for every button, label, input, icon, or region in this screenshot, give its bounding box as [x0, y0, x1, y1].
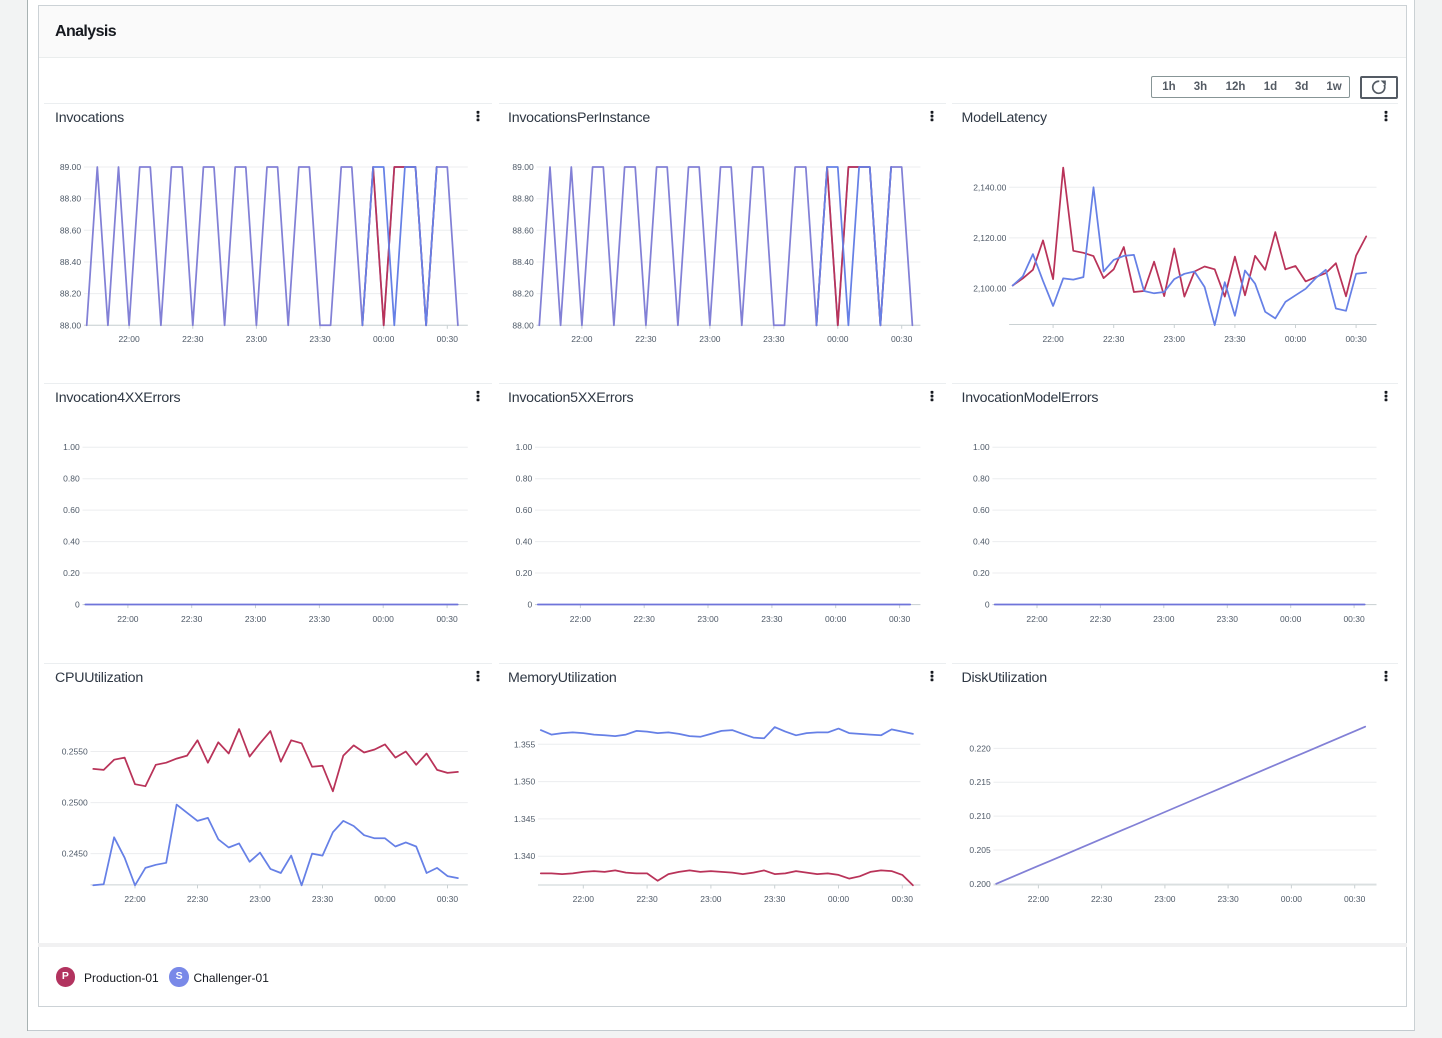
- svg-text:89.00: 89.00: [60, 162, 82, 172]
- svg-text:0.2550: 0.2550: [62, 747, 88, 757]
- svg-text:23:30: 23:30: [1217, 614, 1239, 624]
- svg-text:23:30: 23:30: [1224, 334, 1246, 344]
- svg-text:00:00: 00:00: [373, 334, 395, 344]
- svg-text:1.00: 1.00: [516, 442, 533, 452]
- svg-text:00:30: 00:30: [1343, 614, 1365, 624]
- svg-text:2,140.00: 2,140.00: [973, 182, 1006, 192]
- svg-text:1.345: 1.345: [514, 814, 536, 824]
- svg-text:0.40: 0.40: [973, 537, 990, 547]
- svg-text:00:00: 00:00: [1285, 334, 1307, 344]
- svg-text:0.80: 0.80: [973, 474, 990, 484]
- svg-text:00:30: 00:30: [889, 614, 911, 624]
- svg-text:22:00: 22:00: [573, 894, 595, 904]
- svg-text:0: 0: [75, 600, 80, 610]
- svg-text:22:00: 22:00: [570, 614, 592, 624]
- svg-text:00:00: 00:00: [828, 894, 850, 904]
- svg-text:22:30: 22:30: [187, 894, 209, 904]
- svg-text:23:30: 23:30: [1217, 894, 1239, 904]
- svg-text:00:00: 00:00: [1280, 614, 1302, 624]
- svg-text:0.200: 0.200: [969, 879, 991, 889]
- svg-text:1.00: 1.00: [63, 442, 80, 452]
- svg-text:23:00: 23:00: [1154, 894, 1176, 904]
- svg-text:23:00: 23:00: [245, 614, 267, 624]
- svg-text:23:00: 23:00: [700, 894, 722, 904]
- svg-text:88.40: 88.40: [512, 257, 534, 267]
- svg-text:0: 0: [527, 600, 532, 610]
- svg-text:23:30: 23:30: [764, 894, 786, 904]
- svg-text:0.2450: 0.2450: [62, 849, 88, 859]
- svg-text:22:30: 22:30: [1091, 894, 1113, 904]
- svg-text:88.40: 88.40: [60, 257, 82, 267]
- svg-text:0: 0: [985, 600, 990, 610]
- svg-text:88.20: 88.20: [512, 289, 534, 299]
- svg-text:0.210: 0.210: [969, 811, 991, 821]
- svg-text:0.80: 0.80: [516, 474, 533, 484]
- svg-text:22:00: 22:00: [117, 614, 139, 624]
- svg-text:0.60: 0.60: [973, 505, 990, 515]
- svg-text:0.220: 0.220: [969, 743, 991, 753]
- svg-text:22:30: 22:30: [636, 894, 658, 904]
- svg-text:00:00: 00:00: [373, 614, 395, 624]
- svg-text:23:30: 23:30: [309, 614, 331, 624]
- svg-text:00:30: 00:30: [437, 894, 459, 904]
- svg-text:0.205: 0.205: [969, 845, 991, 855]
- svg-text:23:30: 23:30: [763, 334, 785, 344]
- svg-text:22:00: 22:00: [1028, 894, 1050, 904]
- svg-text:88.60: 88.60: [60, 225, 82, 235]
- svg-text:23:30: 23:30: [309, 334, 331, 344]
- svg-text:23:00: 23:00: [699, 334, 721, 344]
- svg-text:0.80: 0.80: [63, 474, 80, 484]
- svg-text:22:00: 22:00: [1042, 334, 1064, 344]
- svg-text:00:30: 00:30: [437, 334, 459, 344]
- svg-text:89.00: 89.00: [512, 162, 534, 172]
- svg-text:00:30: 00:30: [892, 894, 914, 904]
- svg-text:23:00: 23:00: [249, 894, 271, 904]
- svg-text:0.20: 0.20: [973, 568, 990, 578]
- svg-text:0.215: 0.215: [969, 777, 991, 787]
- svg-text:22:00: 22:00: [1026, 614, 1048, 624]
- svg-text:00:30: 00:30: [1344, 894, 1366, 904]
- svg-text:0.60: 0.60: [516, 505, 533, 515]
- svg-text:88.60: 88.60: [512, 225, 534, 235]
- svg-text:23:00: 23:00: [246, 334, 268, 344]
- svg-text:00:00: 00:00: [374, 894, 396, 904]
- svg-text:0.40: 0.40: [63, 537, 80, 547]
- svg-text:1.355: 1.355: [514, 739, 536, 749]
- svg-text:0.40: 0.40: [516, 537, 533, 547]
- svg-text:88.00: 88.00: [512, 320, 534, 330]
- svg-text:88.20: 88.20: [60, 289, 82, 299]
- svg-text:23:00: 23:00: [1153, 614, 1175, 624]
- svg-text:88.00: 88.00: [60, 320, 82, 330]
- svg-text:22:00: 22:00: [124, 894, 146, 904]
- svg-text:00:30: 00:30: [891, 334, 913, 344]
- svg-text:00:30: 00:30: [1345, 334, 1367, 344]
- svg-text:1.350: 1.350: [514, 777, 536, 787]
- svg-text:22:30: 22:30: [181, 614, 203, 624]
- svg-text:2,120.00: 2,120.00: [973, 233, 1006, 243]
- svg-text:1.340: 1.340: [514, 851, 536, 861]
- svg-text:00:00: 00:00: [827, 334, 849, 344]
- svg-text:00:00: 00:00: [825, 614, 847, 624]
- svg-text:1.00: 1.00: [973, 442, 990, 452]
- svg-text:23:30: 23:30: [312, 894, 334, 904]
- svg-text:0.20: 0.20: [516, 568, 533, 578]
- svg-text:22:00: 22:00: [118, 334, 140, 344]
- svg-text:22:30: 22:30: [182, 334, 204, 344]
- svg-text:0.60: 0.60: [63, 505, 80, 515]
- svg-text:22:30: 22:30: [1090, 614, 1112, 624]
- svg-text:00:00: 00:00: [1281, 894, 1303, 904]
- svg-text:00:30: 00:30: [436, 614, 458, 624]
- svg-text:23:00: 23:00: [697, 614, 719, 624]
- svg-text:22:30: 22:30: [1103, 334, 1125, 344]
- svg-text:2,100.00: 2,100.00: [973, 284, 1006, 294]
- svg-text:22:30: 22:30: [635, 334, 657, 344]
- svg-text:88.80: 88.80: [512, 194, 534, 204]
- svg-text:22:00: 22:00: [571, 334, 593, 344]
- svg-text:0.20: 0.20: [63, 568, 80, 578]
- svg-text:88.80: 88.80: [60, 194, 82, 204]
- svg-text:23:00: 23:00: [1164, 334, 1186, 344]
- svg-text:23:30: 23:30: [761, 614, 783, 624]
- svg-text:0.2500: 0.2500: [62, 798, 88, 808]
- svg-text:22:30: 22:30: [634, 614, 656, 624]
